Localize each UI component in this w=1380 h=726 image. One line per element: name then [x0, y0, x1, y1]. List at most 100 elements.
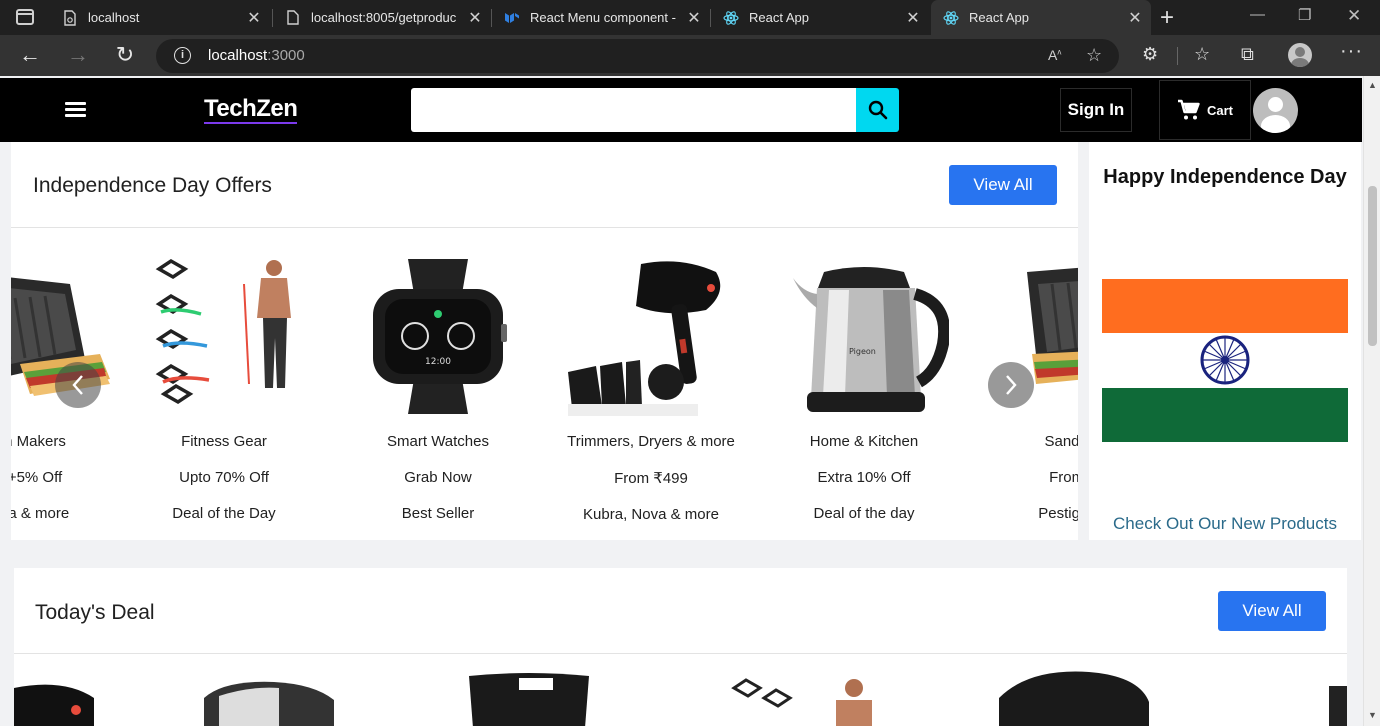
product-card[interactable]: Pigeon Home & Kitchen Extra 10% Off Deal… [764, 229, 964, 522]
more-options-icon[interactable]: ··· [1340, 40, 1363, 63]
product-name: Smart Watches [387, 433, 489, 450]
page-scrollbar[interactable]: ▲ ▼ [1363, 76, 1380, 726]
new-tab-icon[interactable]: + [1160, 4, 1174, 32]
product-offer: Upto 70% Off [179, 469, 269, 486]
product-brand: Pestige, No [1038, 505, 1078, 522]
close-tab-icon[interactable]: ✕ [1127, 8, 1143, 28]
section-header: Independence Day Offers View All [11, 142, 1078, 228]
fitness-gear-image [139, 254, 309, 419]
close-tab-icon[interactable]: ✕ [467, 8, 483, 28]
todays-deal-section: Today's Deal View All [14, 568, 1347, 726]
view-all-button[interactable]: View All [949, 165, 1057, 205]
deal-product-images [14, 671, 1347, 726]
product-name: Sandwich [1044, 433, 1078, 450]
carousel-prev-button[interactable] [55, 362, 101, 408]
product-card[interactable]: Trimmers, Dryers & more From ₹499 Kubra,… [551, 229, 751, 523]
search-button[interactable] [856, 88, 899, 132]
svg-text:12:00: 12:00 [425, 357, 451, 367]
restore-icon[interactable]: ❐ [1298, 6, 1311, 24]
cart-button[interactable]: Cart [1159, 80, 1251, 140]
product-name: Home & Kitchen [809, 433, 919, 450]
close-tab-icon[interactable]: ✕ [686, 8, 702, 28]
product-carousel: n Makers +5% Off va & more [11, 229, 1078, 540]
view-all-button[interactable]: View All [1218, 591, 1326, 631]
chevron-right-icon [1006, 375, 1017, 395]
new-products-link[interactable]: Check Out Our New Products [1089, 514, 1361, 534]
menu-icon[interactable] [65, 102, 86, 118]
toolbar-divider [1177, 47, 1178, 65]
tab-title: localhost [88, 10, 140, 25]
address-url[interactable]: localhost:3000 [208, 47, 305, 64]
cart-label: Cart [1206, 102, 1233, 118]
scroll-up-icon[interactable]: ▲ [1368, 80, 1377, 90]
scrollbar-thumb[interactable] [1368, 186, 1377, 346]
page-icon [62, 9, 78, 26]
section-header: Today's Deal View All [14, 568, 1347, 654]
browser-tab-localhost[interactable]: localhost ✕ [50, 0, 270, 35]
forward-arrow-icon[interactable]: → [65, 43, 91, 69]
close-tab-icon[interactable]: ✕ [905, 8, 921, 28]
react-icon [723, 10, 739, 26]
independence-banner[interactable]: Happy Independence Day Check Out Our New… [1089, 142, 1361, 540]
product-offer: From 99 [1049, 469, 1078, 486]
address-bar[interactable]: i localhost:3000 Aʌ ☆ [156, 39, 1119, 73]
site-logo[interactable]: TechZen [204, 96, 298, 124]
search-input[interactable] [411, 88, 857, 132]
product-offer: From ₹499 [614, 470, 688, 487]
product-brand: Deal of the day [813, 505, 915, 522]
product-offer: Grab Now [404, 469, 472, 486]
collections-icon[interactable]: ⧉ [1241, 44, 1254, 65]
carousel-next-button[interactable] [988, 362, 1034, 408]
minimize-icon[interactable]: — [1250, 6, 1265, 23]
app-header: TechZen Sign In Cart [0, 78, 1362, 142]
indian-flag-image [1102, 279, 1348, 442]
tab-title: React App [969, 10, 1029, 25]
close-window-icon[interactable]: ✕ [1347, 6, 1361, 26]
tab-title: React App [749, 10, 809, 25]
product-brand: Best Seller [401, 505, 475, 522]
smart-watch-image: 12:00 [353, 254, 523, 419]
search-icon [868, 100, 887, 120]
browser-tab-getproduct[interactable]: localhost:8005/getproduc ✕ [273, 0, 491, 35]
tab-title: React Menu component - [530, 10, 676, 25]
section-title: Independence Day Offers [33, 174, 272, 197]
user-avatar[interactable] [1253, 88, 1298, 133]
scroll-down-icon[interactable]: ▼ [1368, 710, 1377, 720]
browser-tab-react-app-active[interactable]: React App ✕ [931, 0, 1151, 35]
product-name: Fitness Gear [181, 433, 267, 450]
section-title: Today's Deal [35, 601, 155, 624]
mui-icon [504, 10, 520, 26]
cart-icon [1177, 99, 1200, 120]
hair-dryer-image [566, 254, 736, 419]
product-offer: +5% Off [11, 469, 63, 486]
tab-actions-icon[interactable] [16, 9, 34, 25]
react-icon [943, 10, 959, 26]
browser-toolbar: ← → ↻ i localhost:3000 Aʌ ☆ ⚙ ☆ ⧉ ··· [0, 35, 1380, 76]
back-arrow-icon[interactable]: ← [17, 43, 43, 69]
close-tab-icon[interactable]: ✕ [246, 8, 262, 28]
product-brand: va & more [11, 505, 70, 522]
url-port: :3000 [267, 47, 305, 64]
browser-tab-react-app[interactable]: React App ✕ [711, 0, 929, 35]
product-name: n Makers [11, 433, 66, 450]
browser-tab-react-menu[interactable]: React Menu component - ✕ [492, 0, 710, 35]
product-card[interactable]: 12:00 Smart Watches Grab Now Best Seller [338, 229, 538, 522]
add-favorite-icon[interactable]: ☆ [1086, 45, 1102, 66]
site-info-icon[interactable]: i [174, 47, 191, 64]
banner-title: Happy Independence Day [1103, 166, 1347, 188]
kettle-image: Pigeon [779, 254, 951, 419]
product-card[interactable]: Fitness Gear Upto 70% Off Deal of the Da… [124, 229, 324, 522]
favorites-icon[interactable]: ☆ [1194, 44, 1210, 65]
read-aloud-icon[interactable]: Aʌ [1048, 47, 1061, 63]
refresh-icon[interactable]: ↻ [112, 43, 138, 69]
extensions-icon[interactable]: ⚙ [1142, 44, 1158, 65]
sign-in-button[interactable]: Sign In [1060, 88, 1132, 132]
product-offer: Extra 10% Off [817, 469, 911, 486]
page-icon [285, 10, 301, 26]
product-brand: Kubra, Nova & more [583, 506, 719, 523]
product-name: Trimmers, Dryers & more [567, 433, 735, 450]
page-viewport: TechZen Sign In Cart Independence Day Of… [0, 76, 1380, 726]
svg-text:Pigeon: Pigeon [849, 347, 876, 356]
browser-profile-icon[interactable] [1288, 43, 1312, 67]
product-brand: Deal of the Day [172, 505, 276, 522]
